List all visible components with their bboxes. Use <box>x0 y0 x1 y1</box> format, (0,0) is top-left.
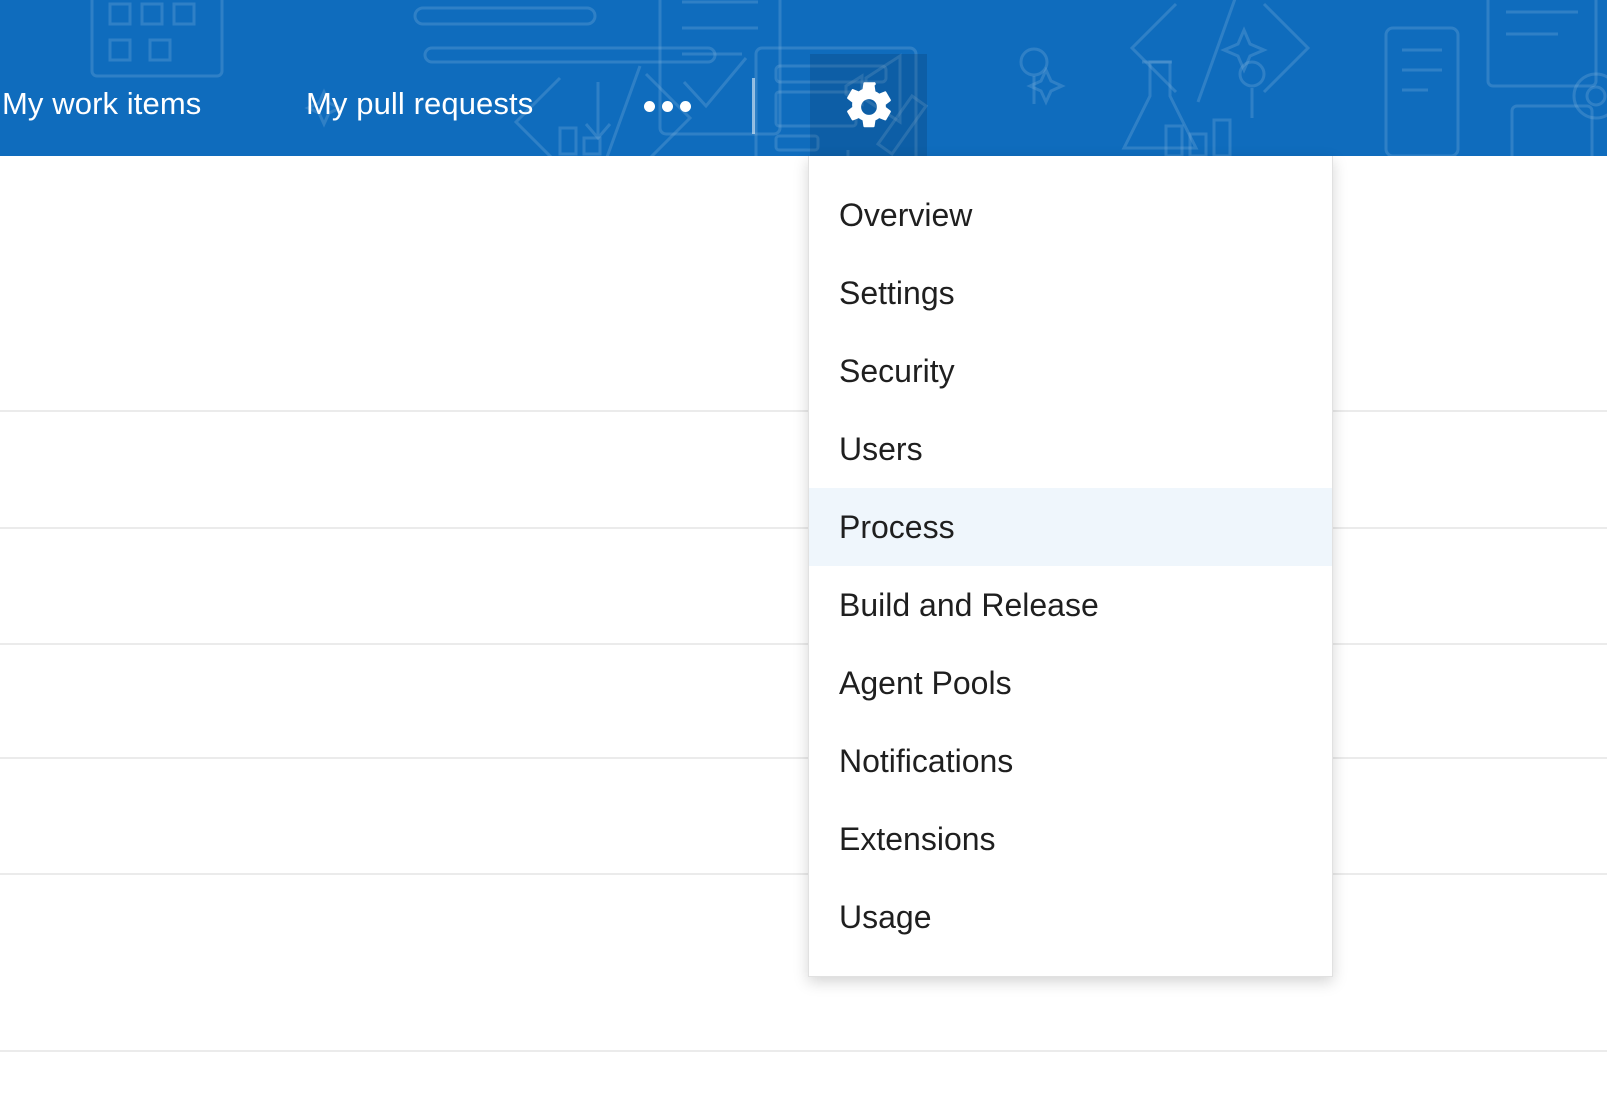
row-divider <box>0 410 1607 412</box>
nav-my-pull-requests[interactable]: My pull requests <box>306 84 533 124</box>
settings-dropdown-menu: Overview Settings Security Users Process Buil… <box>808 156 1333 977</box>
settings-menu-item-users[interactable]: Users <box>809 410 1332 488</box>
ellipsis-dot <box>680 101 691 112</box>
settings-menu-item-security[interactable]: Security <box>809 332 1332 410</box>
settings-menu-item-overview[interactable]: Overview <box>809 176 1332 254</box>
decorative-background-pattern <box>90 0 1607 156</box>
row-divider <box>0 527 1607 529</box>
ellipsis-dot <box>662 101 673 112</box>
vertical-separator <box>752 78 755 134</box>
content-area <box>0 156 1607 1093</box>
settings-menu-item-agent-pools[interactable]: Agent Pools <box>809 644 1332 722</box>
settings-menu-item-extensions[interactable]: Extensions <box>809 800 1332 878</box>
ellipsis-dot <box>644 101 655 112</box>
top-navigation-bar: My work items My pull requests <box>0 0 1607 156</box>
gear-icon <box>847 82 891 128</box>
settings-menu-item-usage[interactable]: Usage <box>809 878 1332 956</box>
row-divider <box>0 1050 1607 1052</box>
settings-menu-item-settings[interactable]: Settings <box>809 254 1332 332</box>
settings-menu-item-build-and-release[interactable]: Build and Release <box>809 566 1332 644</box>
row-divider <box>0 873 1607 875</box>
row-divider <box>0 643 1607 645</box>
settings-menu-item-notifications[interactable]: Notifications <box>809 722 1332 800</box>
settings-menu-item-process[interactable]: Process <box>809 488 1332 566</box>
nav-my-work-items[interactable]: My work items <box>2 84 201 124</box>
row-divider <box>0 757 1607 759</box>
ellipsis-icon[interactable] <box>640 92 694 120</box>
settings-gear-button[interactable] <box>810 54 927 156</box>
